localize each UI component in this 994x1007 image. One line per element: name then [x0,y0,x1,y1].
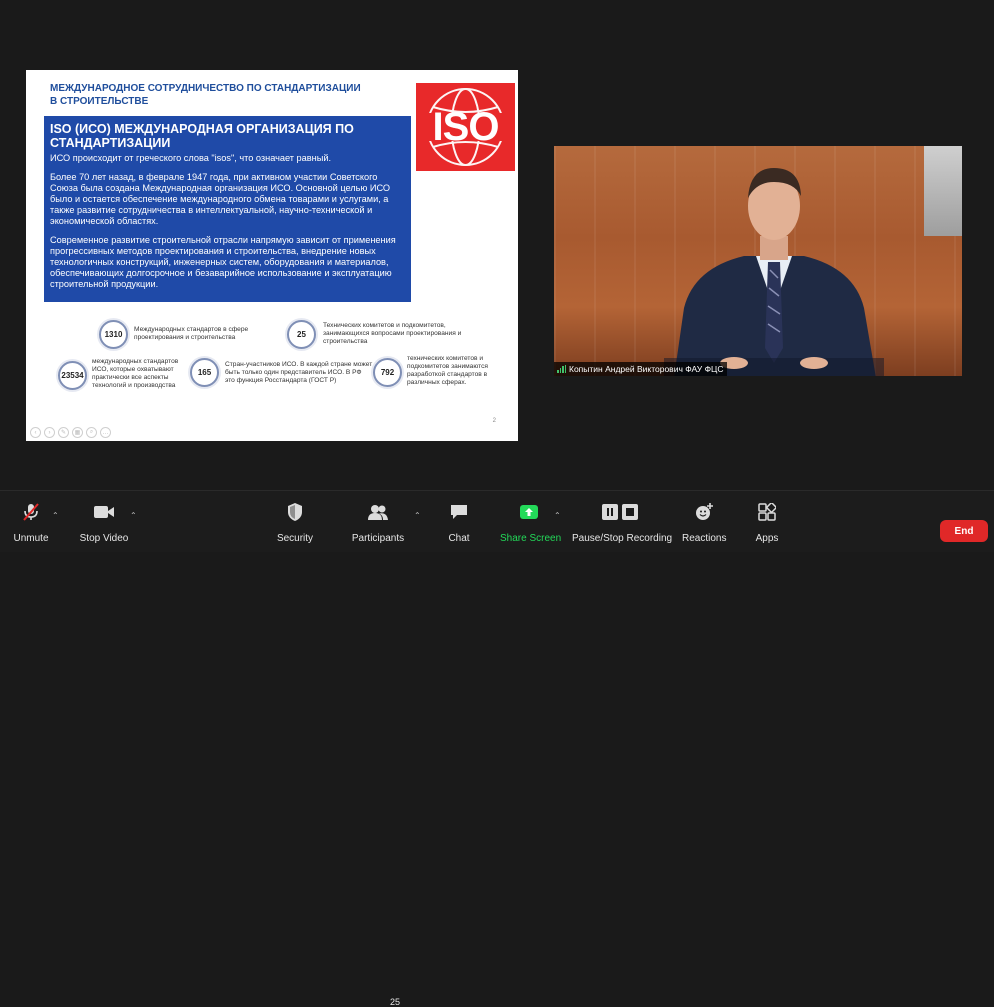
video-wall [924,146,962,236]
iso-logo: ISO [416,83,515,171]
audio-options-caret-icon[interactable]: ⌃ [52,511,59,520]
stat-text: Международных стандартов в сфере проекти… [134,326,249,341]
info-paragraph-1: ИСО происходит от греческого слова "isos… [50,153,332,163]
slides-grid-icon[interactable]: ▦ [72,427,83,438]
info-paragraph-2: Более 70 лет назад, в феврале 1947 года,… [50,172,391,226]
microphone-muted-icon [10,499,52,525]
reactions-button[interactable]: Reactions [682,499,726,544]
recording-label: Pause/Stop Recording [572,533,673,544]
video-options-caret-icon[interactable]: ⌃ [130,511,137,520]
emoji-plus-icon [682,499,726,525]
apps-button[interactable]: Apps [752,499,782,544]
recording-button[interactable]: Pause/Stop Recording [572,499,673,544]
stat-circle: 165 [190,358,219,387]
unmute-button[interactable]: Unmute [10,499,52,544]
pen-icon[interactable]: ✎ [58,427,69,438]
stat-circle: 792 [373,358,402,387]
info-paragraph-3: Современное развитие строительной отрасл… [50,235,396,289]
prev-slide-icon[interactable]: ‹ [30,427,41,438]
meeting-toolbar: Unmute ⌃ Stop Video ⌃ Security Participa… [0,490,994,1007]
participants-button[interactable]: Participants [350,499,406,544]
participant-name-bar: Копытин Андрей Викторович ФАУ ФЦС [554,362,728,376]
next-slide-icon[interactable]: › [44,427,55,438]
shared-screen-slide: МЕЖДУНАРОДНОЕ СОТРУДНИЧЕСТВО ПО СТАНДАРТ… [26,70,518,441]
stat-circle: 25 [287,320,316,349]
stat-circle: 23534 [58,361,87,390]
participant-figure [664,168,884,376]
iso-logo-text: ISO [432,105,500,149]
participants-label: Participants [351,533,405,544]
stat-text: международных стандартов ИСО, которые ох… [92,358,179,389]
participants-icon [350,499,406,525]
share-screen-button[interactable]: Share Screen [500,499,562,544]
slide-page-number: 2 [492,418,496,424]
stat-text: Стран-участников ИСО. В каждой стране мо… [225,361,373,384]
chat-button[interactable]: Chat [444,499,474,544]
participant-name: Копытин Андрей Викторович ФАУ ФЦС [569,364,724,374]
meeting-stage: МЕЖДУНАРОДНОЕ СОТРУДНИЧЕСТВО ПО СТАНДАРТ… [0,0,994,490]
apps-label: Apps [755,533,779,544]
signal-strength-icon [557,365,566,373]
unmute-label: Unmute [13,533,49,544]
video-camera-icon [78,499,130,525]
stats-section: 1310 Международных стандартов в сфере пр… [26,315,518,425]
stop-video-label: Stop Video [79,533,129,544]
chat-bubble-icon [444,499,474,525]
security-label: Security [276,533,314,544]
stat-circle: 1310 [99,320,128,349]
apps-icon [752,499,782,525]
participants-count: 25 [390,997,401,1007]
participants-options-caret-icon[interactable]: ⌃ [414,511,421,520]
shield-icon [274,499,316,525]
reactions-label: Reactions [682,533,727,544]
more-options-icon[interactable]: … [100,427,111,438]
slide-controls: ‹ › ✎ ▦ ⌕ … [30,427,111,438]
pause-stop-icon [572,499,668,525]
share-options-caret-icon[interactable]: ⌃ [554,511,561,520]
chat-label: Chat [448,533,470,544]
info-box-title: ISO (ИСО) МЕЖДУНАРОДНАЯ ОРГАНИЗАЦИЯ ПО С… [50,122,354,150]
slide-header: МЕЖДУНАРОДНОЕ СОТРУДНИЧЕСТВО ПО СТАНДАРТ… [50,83,361,107]
stat-text: технических комитетов и подкомитетов зан… [407,355,488,386]
end-meeting-button[interactable]: End [940,520,988,542]
security-button[interactable]: Security [274,499,316,544]
share-screen-icon [500,499,558,525]
zoom-icon[interactable]: ⌕ [86,427,97,438]
info-box: ISO (ИСО) МЕЖДУНАРОДНАЯ ОРГАНИЗАЦИЯ ПО С… [44,116,411,302]
stat-text: Технических комитетов и подкомитетов, за… [323,322,462,345]
share-screen-label: Share Screen [500,533,562,544]
participant-video[interactable]: Копытин Андрей Викторович ФАУ ФЦС [554,146,962,376]
stop-video-button[interactable]: Stop Video [78,499,130,544]
